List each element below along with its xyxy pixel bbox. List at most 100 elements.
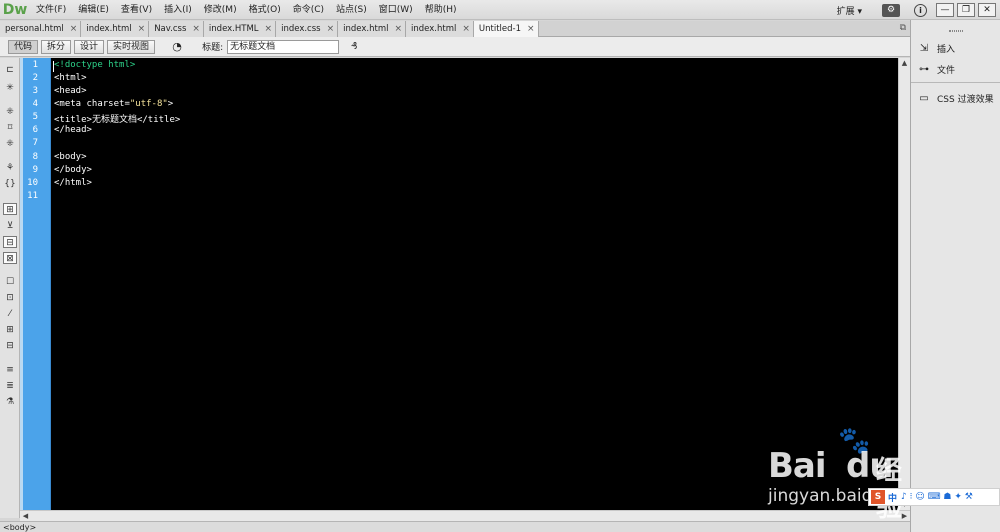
menu-edit[interactable]: 编辑(E) [72, 0, 115, 20]
ime-language[interactable]: 中 [888, 491, 897, 504]
scroll-right-icon[interactable]: ▶ [899, 511, 910, 521]
tab-index-html-upper[interactable]: index.HTML × [203, 21, 277, 37]
menu-format[interactable]: 格式(O) [243, 0, 287, 20]
title-input[interactable]: 无标题文档 [227, 39, 340, 54]
tab-untitled-1[interactable]: Untitled-1 × [473, 21, 539, 37]
split-view-button[interactable]: 拆分 [41, 39, 72, 54]
files-label: 文件 [937, 65, 956, 76]
live-view-button[interactable]: 实时视图 [107, 39, 156, 54]
collapse-selection-icon[interactable]: ⌑ [3, 122, 17, 134]
line-numbers-icon[interactable]: ⊞ [3, 203, 17, 215]
code-line: <title>无标题文档</title> [54, 112, 180, 125]
restore-button[interactable]: ❐ [957, 3, 975, 17]
code-text: > [167, 99, 174, 109]
code-line: <head> [54, 86, 87, 96]
tab-index-html-2[interactable]: index.html × [338, 21, 407, 37]
line-number: 10 [27, 178, 38, 188]
document-toolbar: 代码 拆分 设计 实时视图 ◔ 标题: 无标题文档 ₰ [0, 37, 910, 57]
line-number: 11 [27, 191, 38, 201]
code-line: <meta charset="utf-8"> [54, 99, 173, 109]
format-source-icon[interactable]: ⚗ [3, 396, 17, 408]
apply-comment-icon[interactable]: ☐ [3, 276, 17, 288]
collapse-full-tag-icon[interactable]: ⁜ [3, 106, 17, 118]
close-icon[interactable]: × [138, 21, 146, 37]
files-panel-tab[interactable]: ⊶ 文件 [917, 61, 955, 77]
code-tag: <html> [54, 73, 87, 83]
menu-view[interactable]: 查看(V) [115, 0, 158, 20]
close-icon[interactable]: × [527, 21, 535, 37]
close-icon[interactable]: × [462, 21, 470, 37]
info-icon[interactable]: i [914, 3, 927, 17]
ime-tool-icons[interactable]: ♪ ⁝ ☺ ⌨ ☗ ✦ ⚒ [901, 492, 973, 502]
code-view-button[interactable]: 代码 [8, 39, 39, 54]
indent-code-icon[interactable]: ≡ [3, 364, 17, 376]
document-tabs: personal.html × index.html × Nav.css × inde… [0, 21, 910, 37]
auto-indent-icon[interactable]: ⊠ [3, 252, 17, 264]
menu-help[interactable]: 帮助(H) [419, 0, 463, 20]
tab-restore-icon[interactable]: ⧉ [900, 23, 906, 33]
expand-all-icon[interactable]: ⁜ [3, 138, 17, 150]
vertical-scrollbar[interactable]: ▲ ▼ [898, 58, 910, 510]
menu-modify[interactable]: 修改(M) [198, 0, 243, 20]
globe-icon[interactable]: ◔ [168, 40, 186, 54]
code-line: </head> [54, 125, 92, 135]
menu-file[interactable]: 文件(F) [30, 0, 72, 20]
menu-site[interactable]: 站点(S) [330, 0, 373, 20]
close-icon[interactable]: × [70, 21, 78, 37]
balance-braces-icon[interactable]: {} [3, 178, 17, 190]
remove-comment-icon[interactable]: ⊡ [3, 292, 17, 304]
extension-label: 扩展 [836, 6, 855, 17]
gear-icon[interactable]: ⚙ [882, 3, 900, 17]
menu-bar: Dw 文件(F) 编辑(E) 查看(V) 插入(I) 修改(M) 格式(O) 命… [0, 0, 1000, 20]
menu-window[interactable]: 窗口(W) [373, 0, 419, 20]
outdent-code-icon[interactable]: ≣ [3, 380, 17, 392]
tab-index-html[interactable]: index.html × [81, 21, 150, 37]
show-code-navigator-icon[interactable]: ✳ [3, 82, 17, 94]
tab-index-html-3[interactable]: index.html × [406, 21, 474, 37]
code-tag: <head> [54, 86, 87, 96]
tag-selector-body[interactable]: <body> [3, 523, 36, 532]
line-number: 2 [32, 73, 38, 83]
tab-personal-html[interactable]: personal.html × [0, 21, 82, 37]
code-line: </html> [54, 178, 92, 188]
design-view-button[interactable]: 设计 [74, 39, 105, 54]
recent-snippets-icon[interactable]: ⊞ [3, 324, 17, 336]
horizontal-scrollbar[interactable]: ◀ ▶ [20, 510, 910, 521]
line-number: 3 [32, 86, 38, 96]
close-icon[interactable]: × [394, 21, 402, 37]
scroll-up-icon[interactable]: ▲ [899, 58, 910, 69]
tab-label: index.HTML [208, 24, 259, 34]
close-button[interactable]: ✕ [978, 3, 996, 17]
file-management-icon[interactable]: ₰ [351, 41, 357, 52]
ime-toolbar: S 中 ♪ ⁝ ☺ ⌨ ☗ ✦ ⚒ [868, 488, 1000, 506]
scroll-left-icon[interactable]: ◀ [20, 511, 31, 521]
css-transitions-icon: ▭ [919, 92, 929, 104]
move-css-icon[interactable]: ⊟ [3, 340, 17, 352]
tab-index-css[interactable]: index.css × [276, 21, 339, 37]
menu-insert[interactable]: 插入(I) [158, 0, 198, 20]
insert-panel-tab[interactable]: ⇲ 插入 [917, 40, 955, 56]
css-transitions-label: CSS 过渡效果 [937, 94, 994, 105]
wrap-tag-icon[interactable]: ⁄ [3, 308, 17, 320]
menu-commands[interactable]: 命令(C) [287, 0, 330, 20]
close-icon[interactable]: × [327, 21, 335, 37]
line-number: 1 [32, 60, 38, 70]
panel-grip[interactable] [948, 30, 963, 32]
code-editor[interactable]: <!doctype html> <html> <head> <meta char… [51, 58, 898, 510]
close-icon[interactable]: × [192, 21, 200, 37]
css-transitions-panel-tab[interactable]: ▭ CSS 过渡效果 [917, 90, 994, 106]
coding-toolbar: ⊏ ✳ ⁜ ⌑ ⁜ ⚘ {} ⊞ ⊻ ⊟ ⊠ ☐ ⊡ ⁄ ⊞ ⊟ ≡ ≣ ⚗ [0, 58, 20, 518]
tab-label: index.html [343, 24, 389, 34]
extension-menu[interactable]: 扩展 ▾ [831, 4, 868, 17]
sogou-logo-icon[interactable]: S [871, 490, 885, 504]
syntax-coloring-icon[interactable]: ⊟ [3, 236, 17, 248]
highlight-invalid-code-icon[interactable]: ⊻ [3, 220, 17, 232]
close-icon[interactable]: × [265, 21, 273, 37]
code-string: "utf-8" [129, 99, 168, 109]
tab-label: personal.html [5, 24, 64, 34]
select-parent-tag-icon[interactable]: ⚘ [3, 162, 17, 174]
minimize-button[interactable]: — [936, 3, 954, 17]
open-documents-icon[interactable]: ⊏ [3, 64, 17, 76]
tab-nav-css[interactable]: Nav.css × [149, 21, 204, 37]
code-line: </body> [54, 165, 92, 175]
